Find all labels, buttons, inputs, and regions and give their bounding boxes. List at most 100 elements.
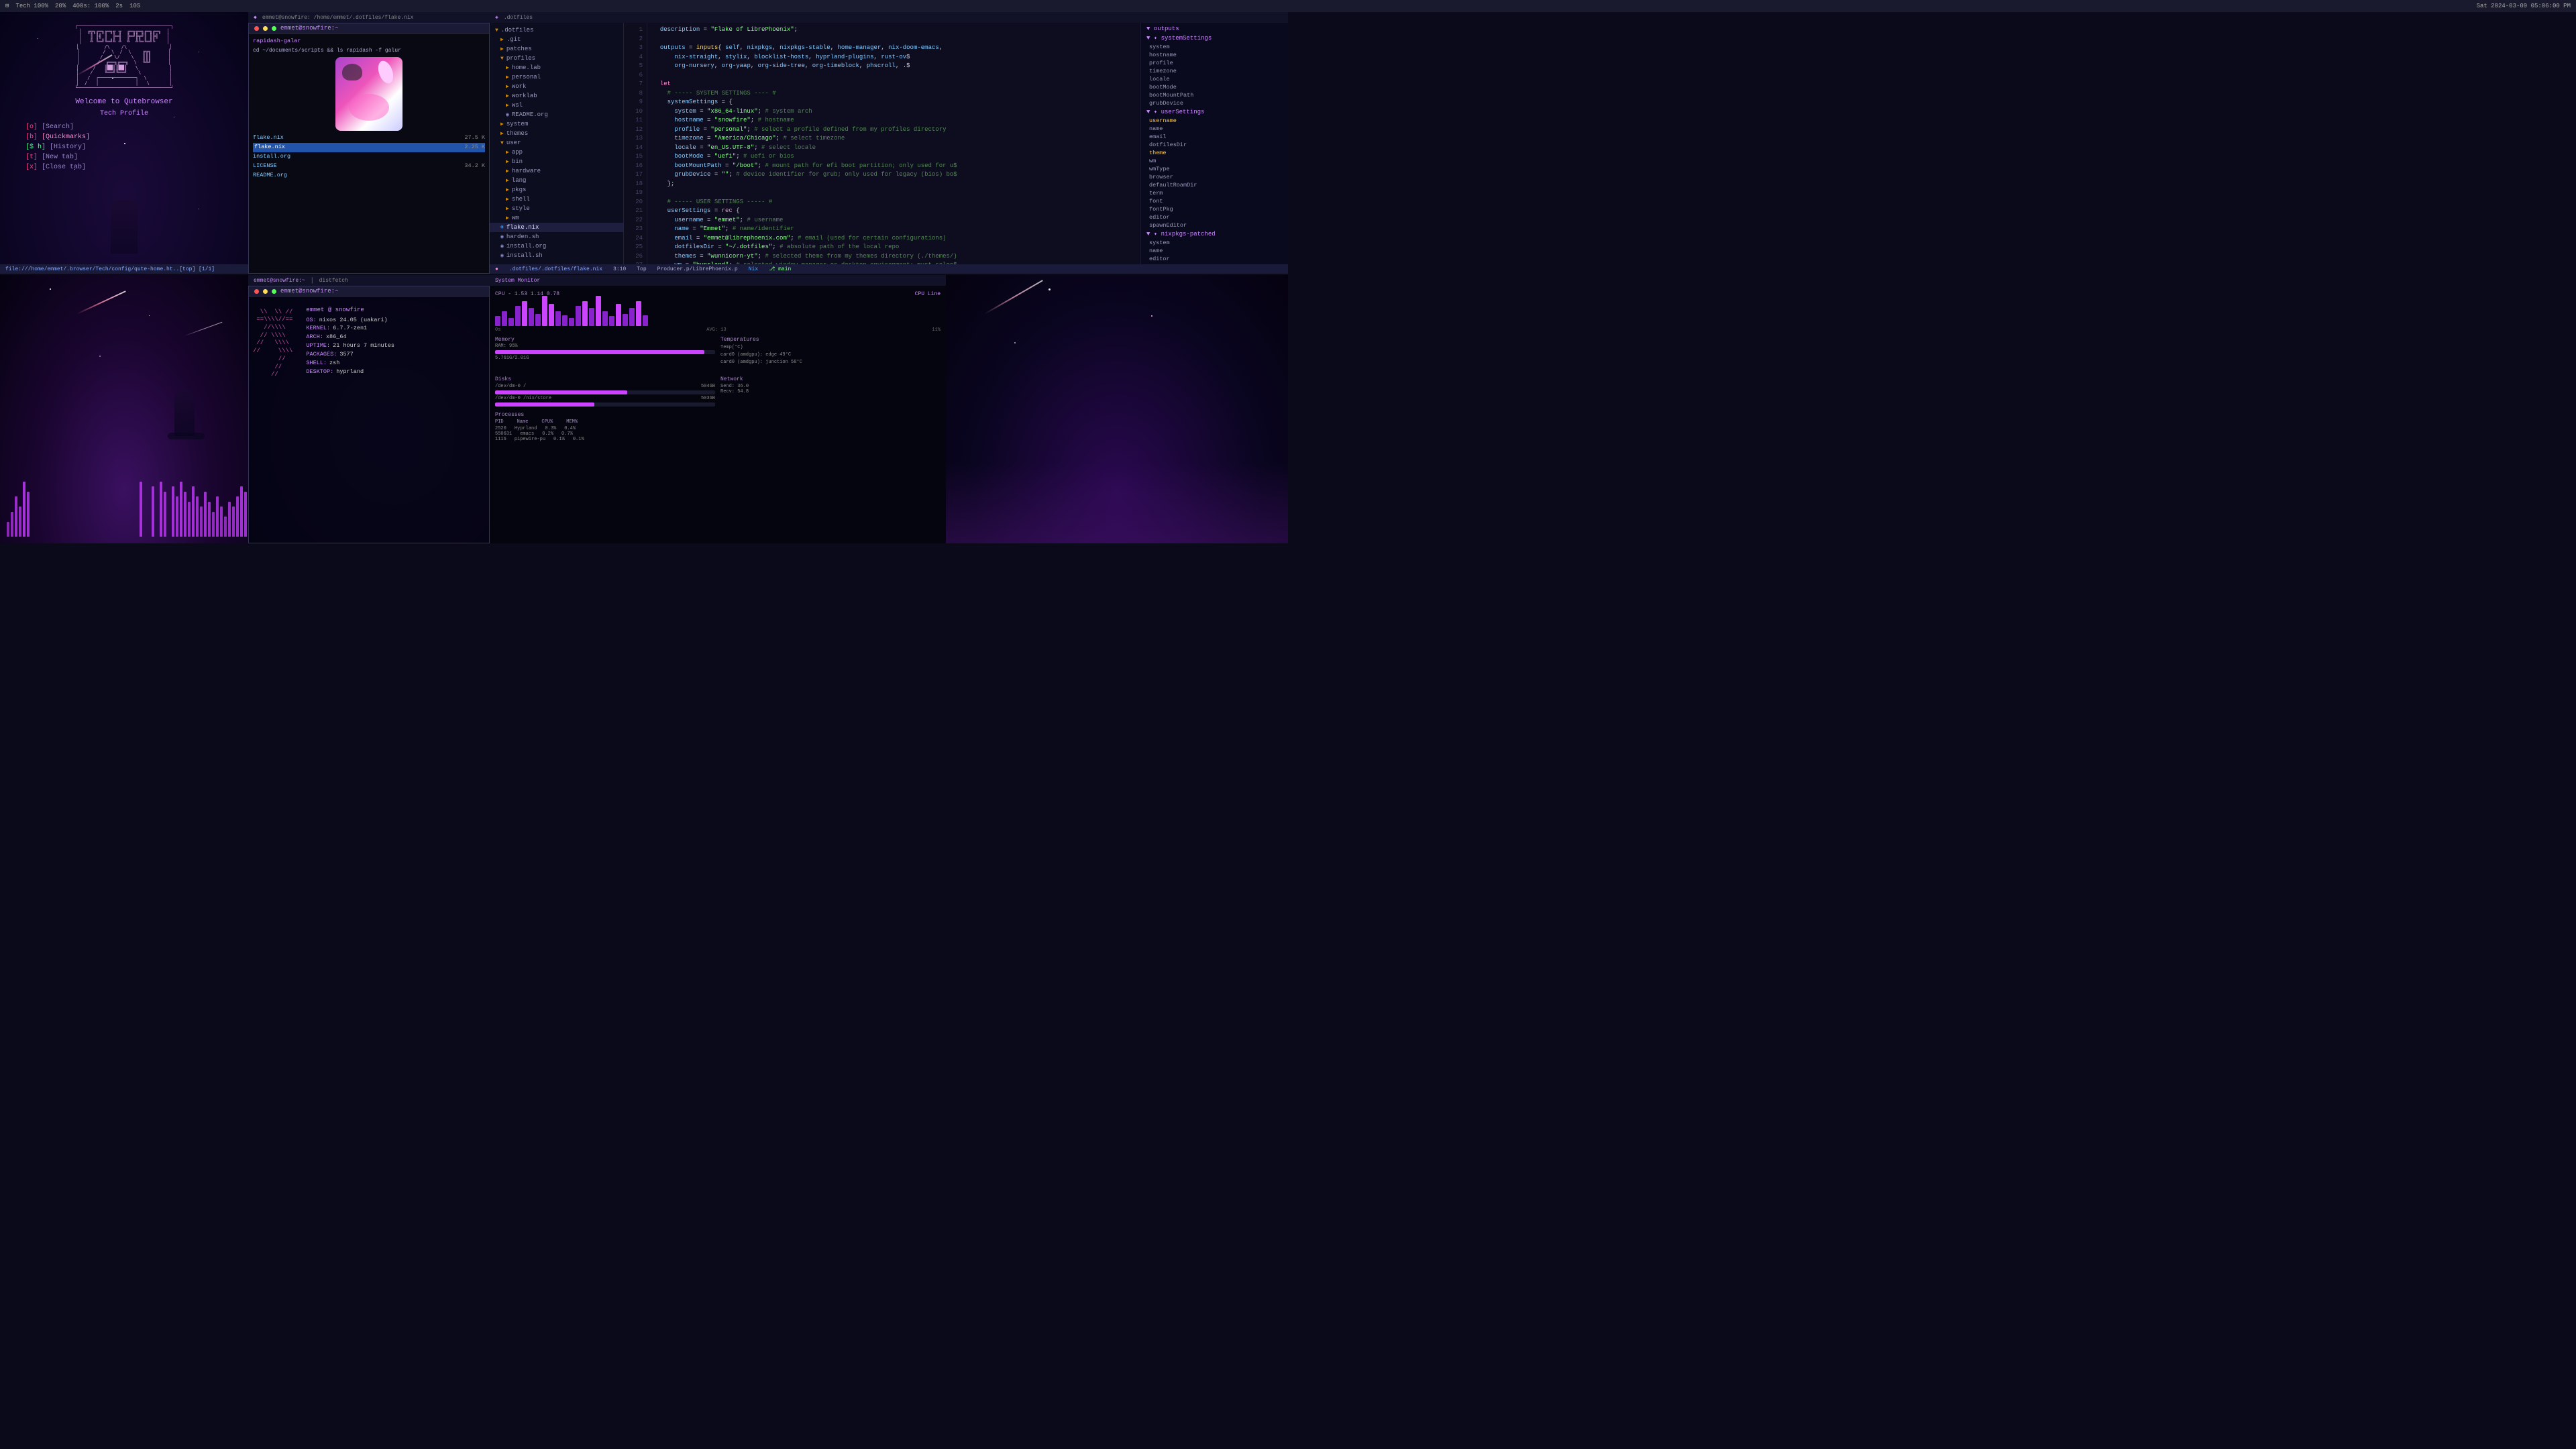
- ft-root-label: .dotfiles: [501, 27, 534, 34]
- pony-body: [335, 57, 402, 131]
- disk-label: Disks: [495, 376, 715, 382]
- qb-newtab-item[interactable]: [t] [New tab]: [25, 153, 223, 162]
- ft-themes-label: themes: [506, 130, 528, 137]
- ft-app[interactable]: ▶ app: [490, 148, 623, 157]
- ft-worklab[interactable]: ▶ worklab: [490, 91, 623, 101]
- audio-bar-41: [172, 486, 174, 537]
- ft-patches[interactable]: ▶ patches: [490, 44, 623, 54]
- sysmon-topbar: System Monitor: [490, 275, 946, 286]
- neofetch-window: emmet@snowfire:~ │ distfetch emmet@snowf…: [248, 275, 490, 543]
- nf-max[interactable]: [272, 289, 276, 294]
- viz-skirt: [168, 433, 205, 439]
- ft-bin[interactable]: ▶ bin: [490, 157, 623, 166]
- term-title: emmet@snowfire:~: [280, 25, 338, 32]
- cpu-bar-12: [576, 306, 581, 326]
- code-main-area: 1 2 3 4 5 6 7 8 9 10 11 12 13 14 15 16 1…: [624, 23, 1140, 274]
- ft-install-sh[interactable]: ◉ install.sh: [490, 251, 623, 260]
- nf-pkgs-row: PACKAGES: 3577: [306, 351, 394, 359]
- ln-23: 23: [624, 225, 643, 234]
- qb-closetab-item[interactable]: [x] [Close tab]: [25, 163, 223, 172]
- ft-git[interactable]: ▶ .git: [490, 35, 623, 44]
- code-l5: org-nursery, org-yaap, org-side-tree, or…: [653, 62, 1135, 71]
- temp-device-header: Temp(°C): [720, 344, 743, 352]
- ft-harden[interactable]: ◉ harden.sh: [490, 232, 623, 241]
- ft-personal-label: personal: [512, 74, 541, 80]
- audio-bar-50: [208, 502, 211, 537]
- pkgs-icon: ▶: [506, 186, 509, 193]
- rp-username: username: [1141, 117, 1288, 125]
- proc-cpu-3: 0.1%: [553, 437, 565, 442]
- cpu-bar-20: [629, 308, 635, 326]
- qb-history-item[interactable]: [$ h] [History]: [25, 143, 223, 152]
- cpu-bar-13: [582, 301, 588, 327]
- rp-bootmountpath: bootMountPath: [1141, 91, 1288, 99]
- ft-readme-profiles[interactable]: ◉ README.org: [490, 110, 623, 119]
- disk-name-2: /dev/dm-0 /nix/store: [495, 396, 551, 401]
- fl-row-2: install.org: [253, 152, 485, 162]
- rp-np-system: system: [1141, 239, 1288, 247]
- proc-mem-3: 0.1%: [573, 437, 584, 442]
- personal-icon: ▶: [506, 74, 509, 80]
- fl-flake-nix-sel: flake.nix: [253, 144, 286, 152]
- code-l24: email = "emmet@librephoenix.com"; # emai…: [653, 234, 1135, 244]
- ft-wm[interactable]: ▶ wm: [490, 213, 623, 223]
- ln-17: 17: [624, 170, 643, 180]
- net-data: Send: 36.0 Recv: 54.8: [720, 384, 941, 394]
- ft-worklab-label: worklab: [512, 93, 537, 99]
- proc-pid-1: 2520: [495, 426, 506, 431]
- ln-2: 2: [624, 35, 643, 44]
- proc-row-1: 2520 Hyprland 0.3% 0.4%: [495, 426, 941, 431]
- ft-user-label: user: [506, 140, 521, 146]
- nf-min[interactable]: [263, 289, 268, 294]
- ft-flake-selected[interactable]: ❄ flake.nix: [490, 223, 623, 232]
- ft-system[interactable]: ▶ system: [490, 119, 623, 129]
- neofetch-title: emmet@snowfire:~: [254, 278, 305, 284]
- ft-profiles[interactable]: ▼ profiles: [490, 54, 623, 63]
- terminal-top-topbar: ◆ emmet@snowfire: /home/emmet/.dotfiles/…: [248, 12, 490, 23]
- style-icon: ▶: [506, 205, 509, 212]
- ft-install-org[interactable]: ◉ install.org: [490, 241, 623, 251]
- qb-search-item[interactable]: [o] [Search]: [25, 123, 223, 131]
- audio-bar-1: [11, 512, 13, 537]
- sysmon-main-grid: Memory RAM: 95% 5.761G/2.01G Temperature…: [495, 337, 941, 412]
- ln-21: 21: [624, 207, 643, 216]
- nf-title-text: emmet@snowfire:~: [280, 288, 338, 294]
- term-command: cd ~/documents/scripts && ls rapidash -f…: [253, 47, 485, 54]
- ln-19: 19: [624, 189, 643, 198]
- close-dot[interactable]: [254, 26, 259, 31]
- ft-shell[interactable]: ▶ shell: [490, 195, 623, 204]
- topbar-10s: 10S: [129, 3, 140, 9]
- topbar-left: ⊞ Tech 100% 20% 400s: 100% 2s 10S: [5, 3, 140, 9]
- ft-hardware[interactable]: ▶ hardware: [490, 166, 623, 176]
- ft-style[interactable]: ▶ style: [490, 204, 623, 213]
- nixos-logo: \\ \\ // ==\\\\//== //\\\\ // \\\\ // \\…: [253, 301, 292, 394]
- code-l17: grubDevice = ""; # device identifier for…: [653, 170, 1135, 180]
- code-text[interactable]: description = "Flake of LibrePhoenix"; o…: [647, 23, 1140, 274]
- cpu-graph: [495, 299, 941, 326]
- pixel-art-pony: [335, 57, 402, 131]
- ft-lang[interactable]: ▶ lang: [490, 176, 623, 185]
- nf-os-key: OS:: [306, 317, 316, 325]
- rp-nixpkgs-patched: ▼ ✦ nixpkgs-patched: [1141, 229, 1288, 239]
- root-folder-icon: ▼: [495, 28, 498, 34]
- ft-personal[interactable]: ▶ personal: [490, 72, 623, 82]
- qb-quickmarks-item[interactable]: [b] [Quickmarks]: [25, 133, 223, 142]
- maximize-dot[interactable]: [272, 26, 276, 31]
- ft-user[interactable]: ▼ user: [490, 138, 623, 148]
- temp-label: Temperatures: [720, 337, 941, 343]
- code-l6: [653, 71, 1135, 80]
- ln-15: 15: [624, 152, 643, 162]
- code-l19: [653, 189, 1135, 198]
- audio-bar-0: [7, 522, 9, 537]
- fl-row-1: flake.nix 27.5 K: [253, 133, 485, 143]
- ft-work[interactable]: ▶ work: [490, 82, 623, 91]
- disk-row-1: /dev/dm-0 / 504GB: [495, 384, 715, 389]
- ft-wsl[interactable]: ▶ wsl: [490, 101, 623, 110]
- nf-close[interactable]: [254, 289, 259, 294]
- editor-statusbar: ● .dotfiles/.dotfiles/flake.nix 3:10 Top…: [490, 264, 1288, 274]
- minimize-dot[interactable]: [263, 26, 268, 31]
- ft-homelab[interactable]: ▶ home.lab: [490, 63, 623, 72]
- ft-themes[interactable]: ▶ themes: [490, 129, 623, 138]
- ft-pkgs[interactable]: ▶ pkgs: [490, 185, 623, 195]
- fl-row-selected: flake.nix 2.25 K: [253, 143, 485, 152]
